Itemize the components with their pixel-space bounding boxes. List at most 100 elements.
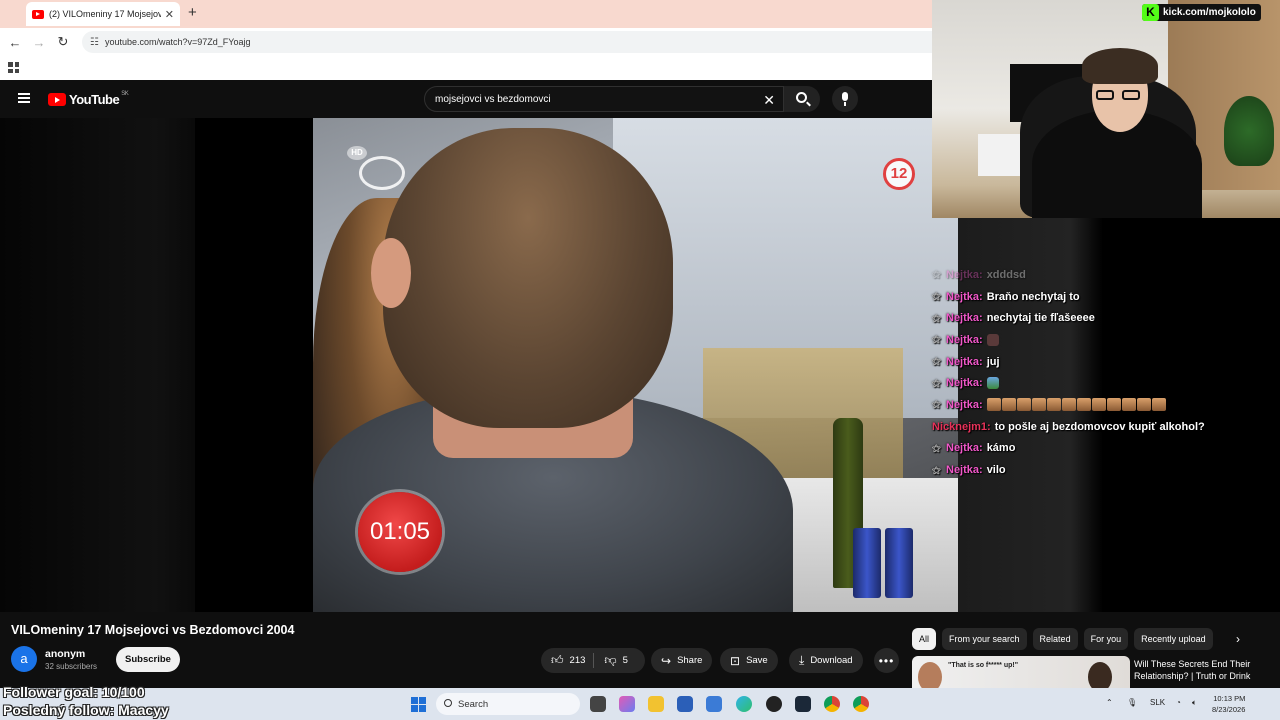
steam-icon[interactable] [795,696,811,712]
url-text: youtube.com/watch?v=97Zd_FYoajg [104,37,251,47]
download-icon: ⤓ [799,653,805,667]
chat-badge-icon: ⚝ [932,464,941,475]
outlook-icon[interactable] [706,696,722,712]
chat-username: Nejtka: [946,268,983,281]
chat-username: Nejtka: [946,333,983,346]
chat-message: ⚝ Nejtka: Braňo nechytaj to [932,286,1280,308]
youtube-play-icon [48,93,66,106]
copilot-icon[interactable] [619,696,635,712]
logo-text: YouTube [69,92,120,107]
youtube-logo[interactable]: YouTube SK [48,91,129,107]
like-count: 213 [569,655,586,666]
tray-chevron-icon[interactable]: ⌃ [1106,698,1113,707]
share-label: Share [677,655,703,666]
recommendation-thumbnail[interactable]: "That is so f***** up!" [912,656,1130,688]
chat-text: xdddsd [986,268,1026,281]
webcam-overlay: K kick.com/mojkololo [932,0,1280,218]
voice-search-icon[interactable] [832,86,858,112]
forward-icon[interactable]: → [27,35,51,50]
chat-text: Braňo nechytaj to [986,290,1080,303]
taskbar-search[interactable]: Search [436,693,580,715]
subscribe-button[interactable]: Subscribe [116,647,180,672]
search-input[interactable]: mojsejovci vs bezdomovci ✕ [424,86,784,112]
chip-for-you[interactable]: For you [1083,628,1129,650]
like-dislike-group: 👍︎ 213 👎︎ 5 [541,648,645,673]
site-info-icon[interactable]: ☷ [90,37,99,48]
browser-tab-bar: (2) VILOmeniny 17 Mojsejovci v ✕ + [0,0,932,28]
tab-close-icon[interactable]: ✕ [165,8,174,21]
chat-username: Nicknejm1: [932,420,991,433]
chat-messages: ⚝ Nejtka: xdddsd ⚝ Nejtka: Braňo nechyta… [932,264,1280,481]
kick-badge: K kick.com/mojkololo [1142,4,1261,21]
follower-overlay: Follower goal: 10/100 Posledný follow: M… [3,683,169,719]
emote-icon [986,377,999,390]
menu-icon[interactable] [18,93,30,103]
emote-spam [986,398,1166,412]
screen: (2) VILOmeniny 17 Mojsejovci v ✕ + ← → ↻… [0,0,1280,720]
search-icon [796,92,807,103]
chat-username: Nejtka: [946,464,983,477]
video-title: VILOmeniny 17 Mojsejovci vs Bezdomovci 2… [11,623,295,637]
chat-badge-icon: ⚝ [932,291,941,302]
chrome-icon[interactable] [824,696,840,712]
recommendation-title[interactable]: Will These Secrets End Their Relationshi… [1134,658,1264,682]
like-button[interactable]: 👍︎ 213 [541,648,593,673]
hd-badge: HD [347,146,367,160]
volume-icon[interactable]: 🔈︎ [1192,698,1197,708]
chip-recently-uploaded[interactable]: Recently upload [1134,628,1213,650]
wifi-icon[interactable]: ◔ [1176,698,1181,707]
age-rating-badge: 12 [883,158,915,190]
language-indicator[interactable]: SLK [1150,698,1165,707]
channel-name[interactable]: anonym [45,648,85,660]
chip-all[interactable]: All [912,628,937,650]
video-frame[interactable]: HD 12 01:05 [313,118,958,612]
file-explorer-icon[interactable] [648,696,664,712]
youtube-header: YouTube SK mojsejovci vs bezdomovci ✕ [0,80,932,118]
recommendation-chips: All From your search Related For you Rec… [912,628,1213,650]
youtube-favicon-icon [32,9,44,19]
download-button[interactable]: ⤓ Download [789,648,863,673]
chat-message: Nicknejm1: to pošle aj bezdomovcov kupiť… [932,416,1280,438]
task-view-icon[interactable] [590,696,606,712]
kick-handle: kick.com/mojkololo [1163,7,1256,18]
chip-from-search[interactable]: From your search [942,628,1027,650]
new-tab-icon[interactable]: + [188,4,197,21]
chat-username: Nejtka: [946,312,983,325]
thumbnail-caption: "That is so f***** up!" [948,662,1019,669]
edge-icon[interactable] [736,696,752,712]
chat-badge-icon: ⚝ [932,334,941,345]
avatar[interactable]: a [11,646,37,672]
emote-icon [986,333,999,346]
dislike-count: 5 [622,655,628,666]
system-clock[interactable]: 10:13 PM 8/23/2026 [1212,693,1245,715]
chevron-right-icon[interactable]: › [1236,632,1240,646]
clear-search-icon[interactable]: ✕ [763,92,775,109]
microphone-icon[interactable]: 🎙︎ [1127,698,1137,707]
more-actions-icon[interactable]: ••• [874,648,899,673]
video-player[interactable]: HD 12 01:05 [0,118,958,612]
windows-start-icon[interactable] [411,697,426,712]
apps-grid-icon[interactable] [8,62,19,73]
reload-icon[interactable]: ↻ [51,34,75,50]
chat-message: ⚝ Nejtka: xdddsd [932,264,1280,286]
back-icon[interactable]: ← [3,35,27,50]
browser-tab[interactable]: (2) VILOmeniny 17 Mojsejovci v ✕ [26,2,180,26]
chat-message: ⚝ Nejtka: [932,372,1280,394]
chat-text: nechytaj tie fľašeeee [986,312,1095,325]
search-icon [444,699,452,707]
clock-time: 10:13 PM [1213,694,1246,703]
save-label: Save [746,655,768,666]
kick-logo-icon: K [1142,4,1159,21]
store-icon[interactable] [677,696,693,712]
chip-related[interactable]: Related [1032,628,1078,650]
chat-username: Nejtka: [946,377,983,390]
save-button[interactable]: ⊡ Save [720,648,778,673]
chat-text: to pošle aj bezdomovcov kupiť alkohol? [994,420,1205,433]
url-field[interactable]: ☷ youtube.com/watch?v=97Zd_FYoajg [82,31,932,53]
obs-icon[interactable] [766,696,782,712]
address-bar-row: ← → ↻ ☷ youtube.com/watch?v=97Zd_FYoajg [0,28,932,56]
dislike-button[interactable]: 👎︎ 5 [594,648,635,673]
search-button[interactable] [784,86,820,112]
chrome-icon[interactable] [853,696,869,712]
share-button[interactable]: ↪ Share [651,648,713,673]
